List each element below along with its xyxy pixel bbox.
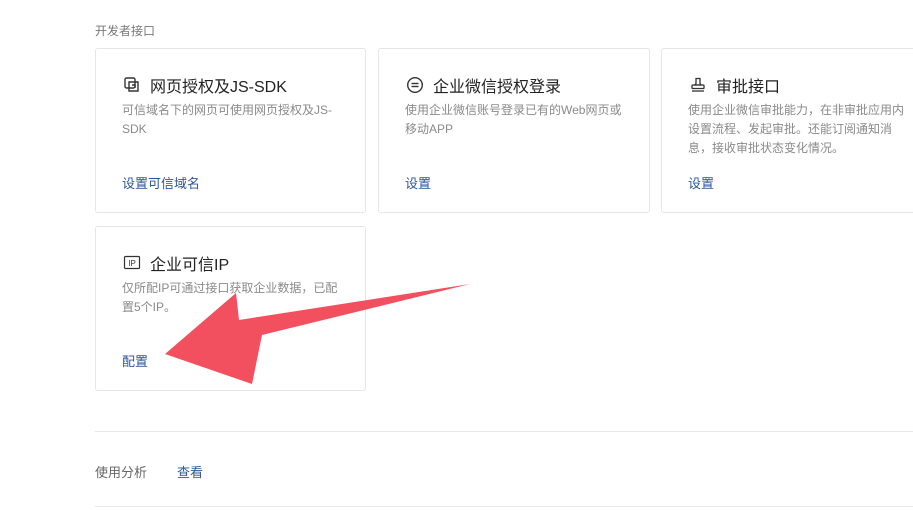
card-description: 使用企业微信审批能力，在非审批应用内 设置流程、发起审批。还能订阅通知消 息，接… <box>688 101 904 158</box>
card-description-line: SDK <box>122 122 147 136</box>
card-wecom-login: 企业微信授权登录 使用企业微信账号登录已有的Web网页或 移动APP 设置 <box>378 48 650 213</box>
ip-icon-text: IP <box>128 259 136 268</box>
set-trusted-domain-link[interactable]: 设置可信域名 <box>122 173 200 192</box>
card-header: IP 企业可信IP <box>122 251 229 275</box>
stamp-icon <box>688 75 708 95</box>
developer-interfaces-page: 开发者接口 网页授权及JS-SDK 可信域名下的网页可使用网页授权及JS- SD… <box>0 0 913 510</box>
card-description: 可信域名下的网页可使用网页授权及JS- SDK <box>122 101 332 139</box>
card-title: 审批接口 <box>716 79 781 96</box>
card-description: 仅所配IP可通过接口获取企业数据，已配 置5个IP。 <box>122 279 337 317</box>
card-header: 网页授权及JS-SDK <box>122 73 287 97</box>
card-description-line: 置5个IP。 <box>122 300 177 314</box>
card-header: 企业微信授权登录 <box>405 73 561 97</box>
trusted-ip-configure-link[interactable]: 配置 <box>122 351 148 370</box>
section-title: 开发者接口 <box>95 24 156 38</box>
ip-icon: IP <box>122 253 142 273</box>
card-title: 网页授权及JS-SDK <box>150 79 287 96</box>
card-description-line: 可信域名下的网页可使用网页授权及JS- <box>122 103 333 117</box>
chat-bubble-icon <box>405 75 425 95</box>
card-web-auth-jssdk: 网页授权及JS-SDK 可信域名下的网页可使用网页授权及JS- SDK 设置可信… <box>95 48 366 213</box>
card-trusted-ip: IP 企业可信IP 仅所配IP可通过接口获取企业数据，已配 置5个IP。 配置 <box>95 226 366 391</box>
card-approval-api: 审批接口 使用企业微信审批能力，在非审批应用内 设置流程、发起审批。还能订阅通知… <box>661 48 913 213</box>
card-description: 使用企业微信账号登录已有的Web网页或 移动APP <box>405 101 621 139</box>
approval-settings-link[interactable]: 设置 <box>688 173 714 192</box>
card-description-line: 使用企业微信审批能力，在非审批应用内 <box>688 103 905 117</box>
divider <box>95 506 913 507</box>
wecom-login-settings-link[interactable]: 设置 <box>405 173 431 192</box>
card-description-line: 使用企业微信账号登录已有的Web网页或 <box>405 103 622 117</box>
usage-analysis-label: 使用分析 <box>95 465 148 480</box>
copy-icon <box>122 75 142 95</box>
card-header: 审批接口 <box>688 73 780 97</box>
card-title: 企业可信IP <box>150 257 230 274</box>
card-description-line: 移动APP <box>405 122 454 136</box>
card-description-line: 设置流程、发起审批。还能订阅通知消 <box>688 122 893 136</box>
card-description-line: 息，接收审批状态变化情况。 <box>688 141 845 155</box>
divider <box>95 431 913 432</box>
usage-analysis-view-link[interactable]: 查看 <box>177 462 203 481</box>
card-description-line: 仅所配IP可通过接口获取企业数据，已配 <box>122 281 338 295</box>
card-title: 企业微信授权登录 <box>433 79 562 96</box>
